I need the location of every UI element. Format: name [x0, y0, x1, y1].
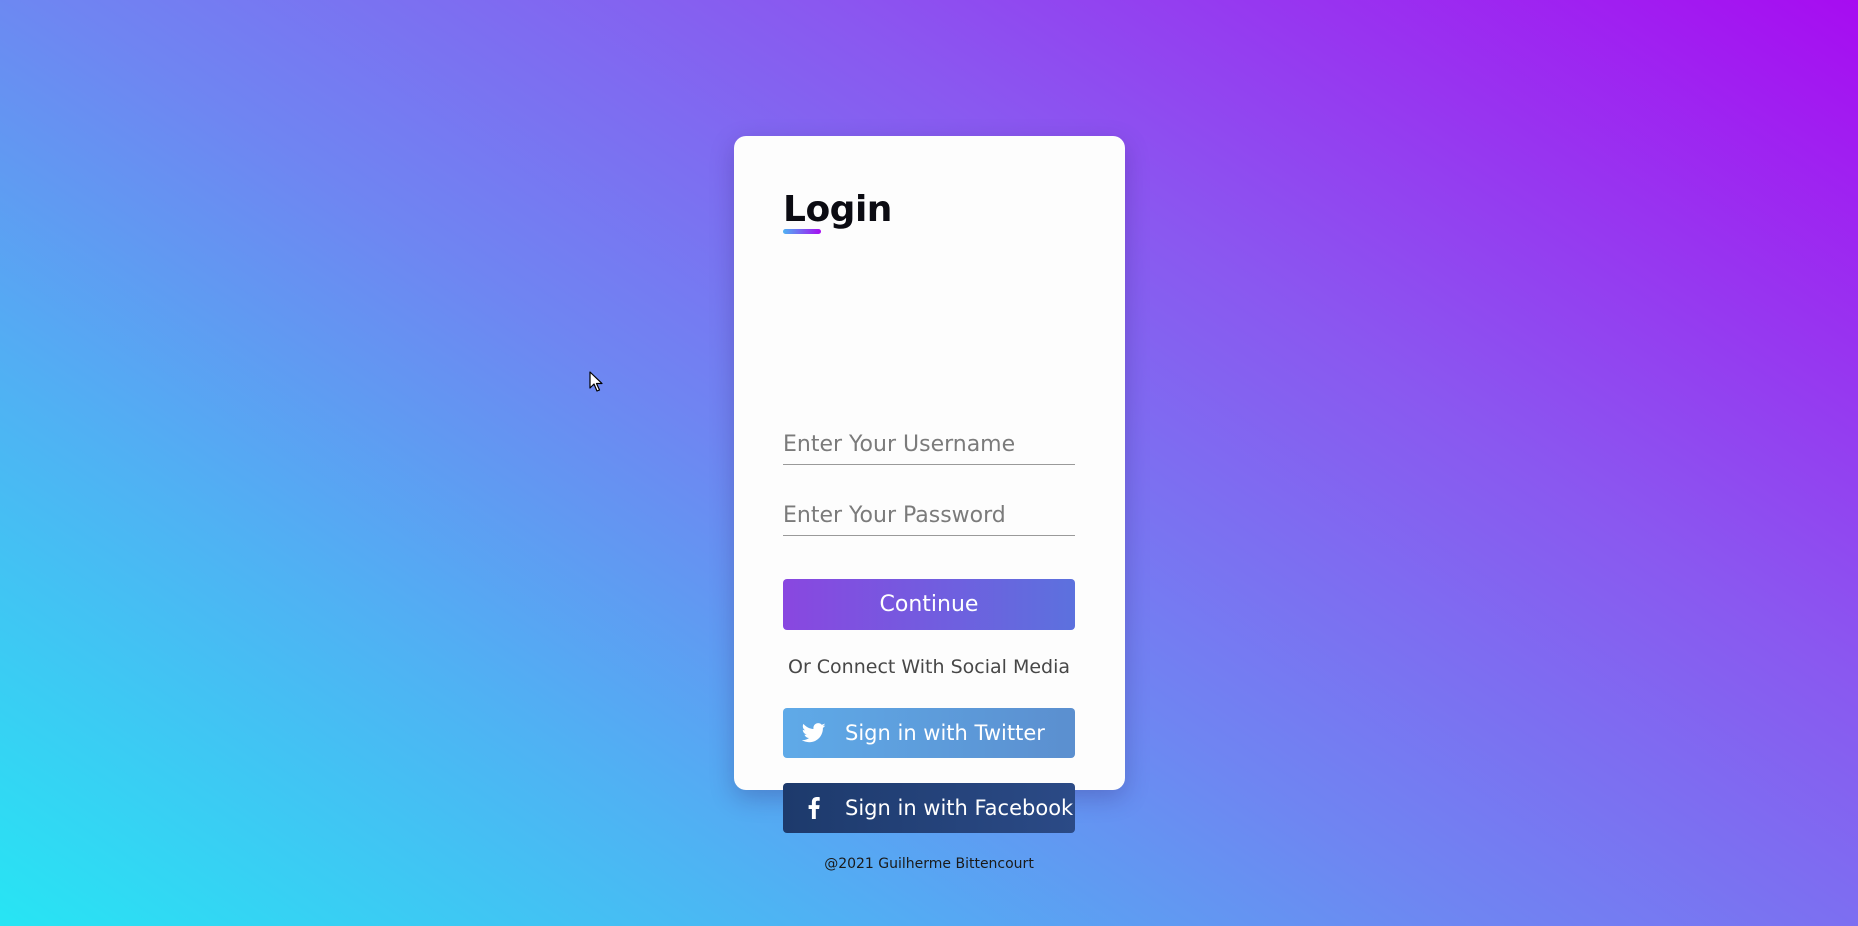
twitter-bird-icon	[799, 718, 829, 748]
title-underline	[783, 229, 821, 234]
continue-button[interactable]: Continue	[783, 579, 1075, 630]
facebook-button-label: Sign in with Facebook	[845, 796, 1074, 820]
sign-in-facebook-button[interactable]: Sign in with Facebook	[783, 783, 1075, 833]
twitter-button-label: Sign in with Twitter	[845, 721, 1045, 745]
login-card: Login Continue Or Connect With Social Me…	[734, 136, 1125, 872]
facebook-f-icon	[799, 793, 829, 823]
footer-copyright: @2021 Guilherme Bittencourt	[824, 856, 1034, 872]
page-title: Login	[783, 189, 892, 230]
social-media-prompt: Or Connect With Social Media	[787, 656, 1071, 678]
sign-in-twitter-button[interactable]: Sign in with Twitter	[783, 708, 1075, 758]
mouse-cursor-icon	[589, 371, 603, 392]
username-input[interactable]	[783, 425, 1075, 465]
password-input[interactable]	[783, 496, 1075, 536]
